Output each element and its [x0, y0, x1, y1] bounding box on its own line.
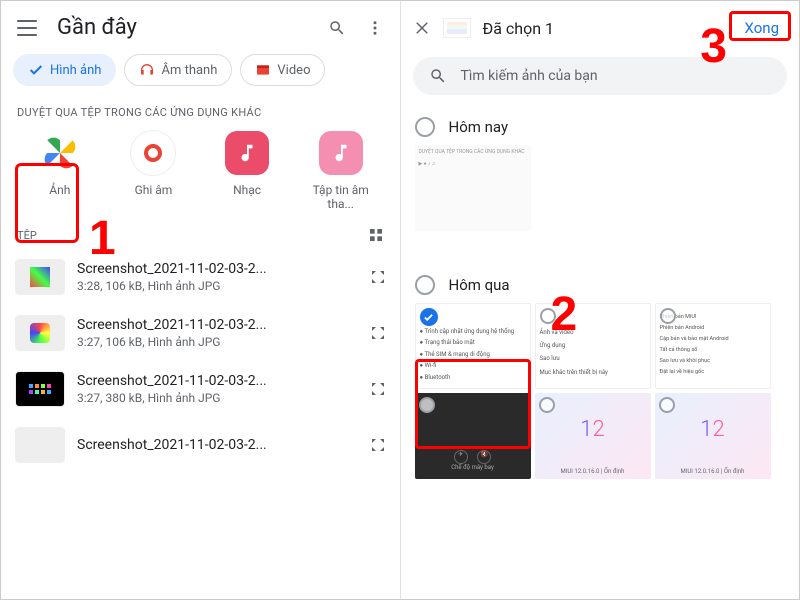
file-row[interactable]: Screenshot_2021-11-02-03-2... 3:28, 106 k…: [1, 249, 400, 305]
app-photos[interactable]: Ảnh: [20, 131, 100, 211]
search-placeholder: Tìm kiếm ảnh của bạn: [461, 68, 598, 84]
select-all-today[interactable]: [415, 117, 435, 137]
gallery-item[interactable]: 12 MIUI 12.0.16.0 | Ổn định: [655, 393, 771, 479]
filter-chip-video[interactable]: Video: [240, 54, 325, 86]
file-name: Screenshot_2021-11-02-03-2...: [77, 437, 358, 453]
expand-icon[interactable]: [370, 437, 386, 453]
app-label: Tập tin âm tha...: [301, 183, 381, 211]
unselected-radio-icon: [539, 397, 555, 413]
expand-icon[interactable]: [370, 269, 386, 285]
close-icon[interactable]: [413, 19, 431, 37]
app-audio-files[interactable]: Tập tin âm tha...: [301, 131, 381, 211]
expand-icon[interactable]: [370, 381, 386, 397]
unselected-radio-icon: [660, 308, 676, 324]
video-icon: [255, 62, 271, 78]
filter-chip-images[interactable]: Hình ảnh: [13, 54, 116, 86]
chip-label: Video: [277, 63, 310, 78]
search-input[interactable]: Tìm kiếm ảnh của bạn: [413, 57, 788, 95]
page-title: Gần đây: [57, 15, 137, 40]
done-button[interactable]: Xong: [736, 15, 787, 41]
unselected-radio-icon: [659, 397, 675, 413]
headphone-icon: [139, 62, 155, 78]
grid-view-icon[interactable]: [368, 227, 384, 243]
app-label: Ghi âm: [135, 183, 173, 197]
file-row[interactable]: Screenshot_2021-11-02-03-2... 3:27, 106 k…: [1, 305, 400, 361]
gallery-item[interactable]: Phiên bản MIUIPhiên bản AndroidCập bản v…: [655, 303, 771, 389]
app-label: Ảnh: [49, 183, 70, 197]
photos-icon: [42, 135, 78, 171]
search-icon[interactable]: [328, 19, 346, 37]
file-thumb: [15, 259, 65, 295]
apps-header: DUYỆT QUA TỆP TRONG CÁC ỨNG DỤNG KHÁC: [1, 96, 400, 125]
more-icon[interactable]: [366, 19, 384, 37]
app-recorder[interactable]: Ghi âm: [113, 131, 193, 211]
file-thumb: [15, 371, 65, 407]
file-name: Screenshot_2021-11-02-03-2...: [77, 261, 358, 277]
music-note-icon: [236, 142, 258, 164]
file-thumb: [15, 427, 65, 463]
file-name: Screenshot_2021-11-02-03-2...: [77, 373, 358, 389]
chip-label: Hình ảnh: [50, 63, 101, 78]
search-icon: [429, 67, 447, 85]
select-all-yesterday[interactable]: [415, 275, 435, 295]
file-row[interactable]: Screenshot_2021-11-02-03-2... 3:27, 380 k…: [1, 361, 400, 417]
selected-preview-icon: [443, 18, 471, 38]
chip-label: Âm thanh: [161, 63, 217, 78]
gallery-item-selected[interactable]: ● Trình cập nhật ứng dụng hệ thống ● Trạ…: [415, 303, 531, 389]
group-header-yesterday: Hôm qua: [449, 276, 510, 294]
check-icon: [420, 308, 438, 326]
gallery-item[interactable]: 12 MIUI 12.0.16.0 | Ổn định: [535, 393, 651, 479]
unselected-radio-icon: [540, 308, 556, 324]
record-icon: [144, 144, 162, 162]
file-detail: 3:27, 106 kB, Hình ảnh JPG: [77, 335, 358, 349]
gallery-item[interactable]: DUYỆT QUA TỆP TRONG CÁC ỨNG DỤNG KHÁC▶ ●…: [415, 145, 531, 231]
music-note-icon: [330, 142, 352, 164]
app-music[interactable]: Nhạc: [207, 131, 287, 211]
gallery-item[interactable]: Ảnh và videoỨng dụngSao lưuMục khác trên…: [535, 303, 651, 389]
filter-chip-audio[interactable]: Âm thanh: [124, 54, 232, 86]
file-detail: 3:27, 380 kB, Hình ảnh JPG: [77, 391, 358, 405]
selection-title: Đã chọn 1: [483, 19, 725, 38]
file-name: Screenshot_2021-11-02-03-2...: [77, 317, 358, 333]
file-detail: 3:28, 106 kB, Hình ảnh JPG: [77, 279, 358, 293]
files-header: TỆP: [17, 229, 37, 242]
file-row[interactable]: Screenshot_2021-11-02-03-2...: [1, 417, 400, 473]
group-header-today: Hôm nay: [449, 118, 509, 136]
file-thumb: [15, 315, 65, 351]
expand-icon[interactable]: [370, 325, 386, 341]
app-label: Nhạc: [233, 183, 261, 197]
gallery-item[interactable]: ✈ 🔇 Chế độ máy bay: [415, 393, 531, 479]
unselected-radio-icon: [419, 397, 435, 413]
check-icon: [28, 62, 44, 78]
menu-icon[interactable]: [17, 20, 37, 36]
